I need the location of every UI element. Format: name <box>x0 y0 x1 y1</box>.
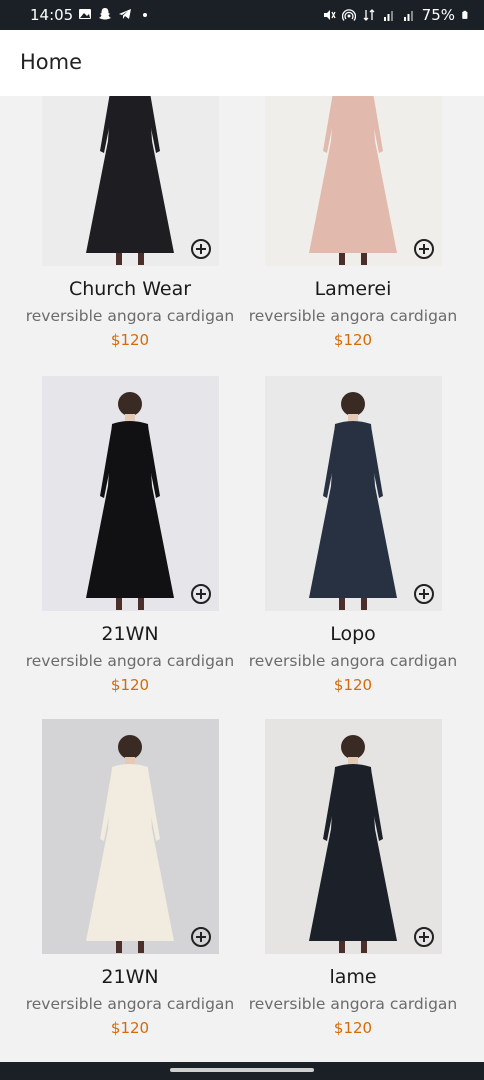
product-image[interactable] <box>265 719 442 954</box>
product-grid[interactable]: Church Wear reversible angora cardigan $12… <box>0 96 484 1062</box>
status-left-icons <box>78 7 152 21</box>
add-to-cart-icon[interactable] <box>190 926 212 948</box>
snapchat-icon <box>99 8 111 20</box>
add-to-cart-icon[interactable] <box>413 926 435 948</box>
product-price: $120 <box>333 1019 373 1037</box>
signal-icon <box>383 11 393 21</box>
product-subtitle: reversible angora cardigan <box>248 995 458 1013</box>
status-bar: 14:05 75% <box>0 0 484 30</box>
battery-icon <box>462 10 468 19</box>
data-icon <box>363 9 375 21</box>
product-name: 21WN <box>101 966 159 988</box>
product-name: lame <box>329 966 377 988</box>
product-card[interactable]: 21WN reversible angora cardigan $120 <box>0 96 240 1062</box>
status-time: 14:05 <box>30 6 74 24</box>
product-image[interactable] <box>42 719 219 954</box>
navigation-bar <box>0 1062 484 1080</box>
app-bar: Home <box>0 30 484 96</box>
product-subtitle: reversible angora cardigan <box>25 995 235 1013</box>
signal-icon <box>403 11 413 21</box>
product-price: $120 <box>110 1019 150 1037</box>
home-gesture-handle[interactable] <box>170 1068 314 1072</box>
battery-text: 75% <box>421 6 455 24</box>
model-figure <box>86 735 174 953</box>
gallery-icon <box>79 9 91 19</box>
telegram-icon <box>119 9 131 19</box>
dot-icon <box>143 13 147 17</box>
status-right-icons: 75% <box>322 6 470 24</box>
mute-icon <box>323 10 336 20</box>
hotspot-icon <box>341 9 356 21</box>
page-title: Home <box>20 50 83 74</box>
model-figure <box>309 735 397 953</box>
product-card[interactable]: lame reversible angora cardigan $120 <box>223 96 463 1062</box>
